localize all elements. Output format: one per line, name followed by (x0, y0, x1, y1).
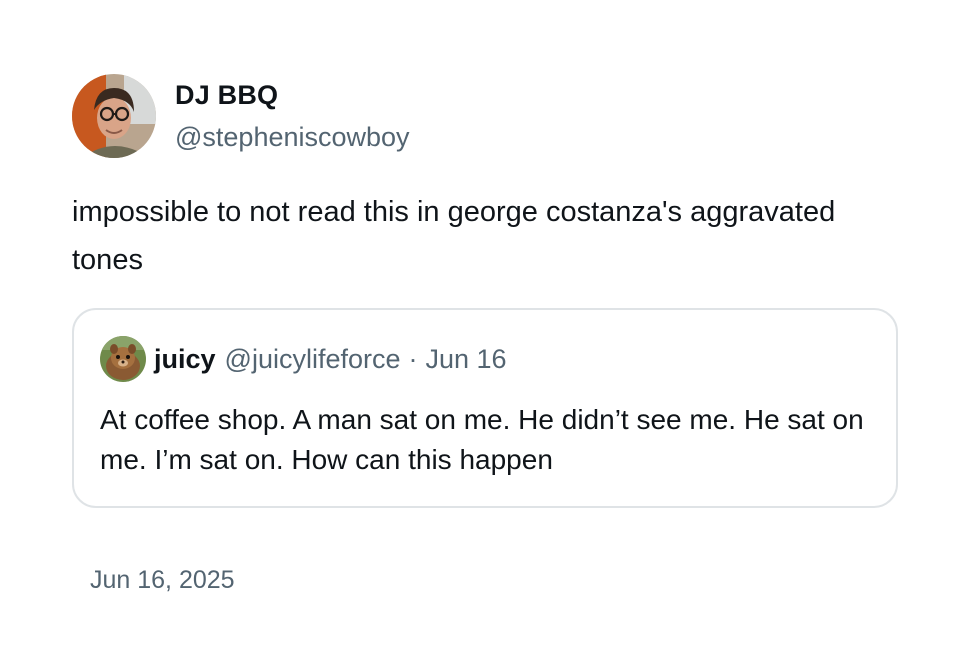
tweet-author: DJ BBQ @stepheniscowboy (72, 74, 902, 158)
quoted-tweet-text: At coffee shop. A man sat on me. He didn… (100, 404, 864, 475)
quoted-tweet-header: juicy @juicylifeforce · Jun 16 (100, 334, 870, 384)
tweet-card: DJ BBQ @stepheniscowboy impossible to no… (72, 74, 902, 508)
quoted-author-display-name[interactable]: juicy (154, 344, 216, 375)
quoted-author-handle[interactable]: @juicylifeforce (225, 344, 401, 375)
author-handle[interactable]: @stepheniscowboy (175, 123, 410, 151)
author-avatar-image (72, 74, 156, 158)
quoted-header-separator: · (408, 343, 418, 374)
quoted-author-avatar-image (100, 336, 146, 382)
quoted-tweet-date[interactable]: Jun 16 (426, 344, 507, 375)
quoted-tweet[interactable]: juicy @juicylifeforce · Jun 16 At coffee… (72, 308, 898, 508)
quoted-author-avatar[interactable] (100, 336, 146, 382)
author-avatar[interactable] (72, 74, 156, 158)
author-display-name[interactable]: DJ BBQ (175, 81, 410, 109)
tweet-timestamp[interactable]: Jun 16, 2025 (90, 566, 235, 595)
author-names: DJ BBQ @stepheniscowboy (175, 81, 410, 151)
tweet-text: impossible to not read this in george co… (72, 196, 836, 276)
